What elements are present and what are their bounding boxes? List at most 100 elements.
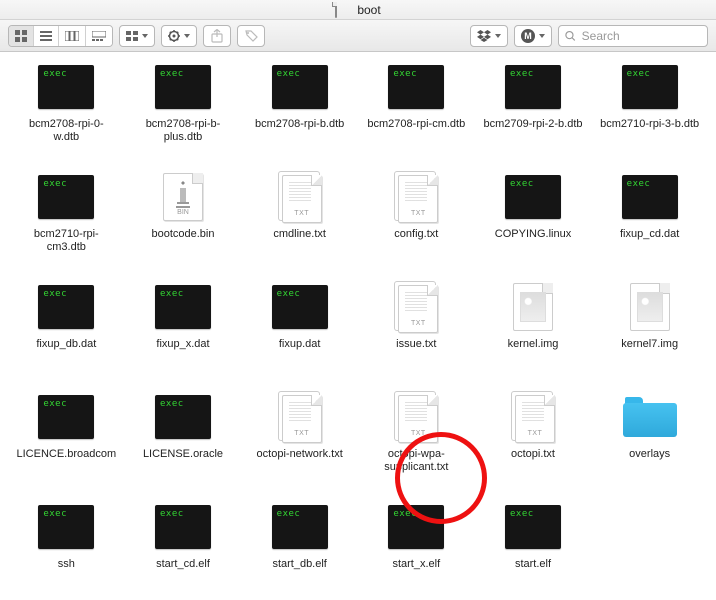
file-item[interactable]: TXT issue.txt xyxy=(360,282,473,376)
file-item[interactable]: fixup_x.dat xyxy=(127,282,240,376)
file-label: COPYING.linux xyxy=(495,228,571,241)
exec-icon xyxy=(272,505,328,549)
file-label: start_db.elf xyxy=(272,558,326,571)
file-item[interactable]: ssh xyxy=(10,502,123,596)
folder-icon xyxy=(623,397,677,437)
chevron-down-icon xyxy=(539,34,545,38)
txt-file-icon: TXT xyxy=(398,175,438,223)
exec-icon xyxy=(38,505,94,549)
file-item[interactable]: kernel.img xyxy=(477,282,590,376)
file-item[interactable]: bcm2709-rpi-2-b.dtb xyxy=(477,62,590,156)
exec-icon xyxy=(622,175,678,219)
gear-icon xyxy=(168,30,180,42)
file-label: bcm2708-rpi-b-plus.dtb xyxy=(133,118,233,144)
file-label: bcm2708-rpi-0-w.dtb xyxy=(16,118,116,144)
file-label: cmdline.txt xyxy=(273,228,326,241)
file-item[interactable]: fixup_cd.dat xyxy=(593,172,706,266)
img-file-icon xyxy=(630,283,670,331)
file-item[interactable]: bcm2710-rpi-cm3.dtb xyxy=(10,172,123,266)
exec-icon xyxy=(505,505,561,549)
file-item[interactable]: BIN bootcode.bin xyxy=(127,172,240,266)
file-item[interactable]: fixup_db.dat xyxy=(10,282,123,376)
file-item[interactable]: start_db.elf xyxy=(243,502,356,596)
file-label: start.elf xyxy=(515,558,551,571)
arrange-button[interactable] xyxy=(119,25,155,47)
file-label: bcm2708-rpi-b.dtb xyxy=(255,118,344,131)
file-label: start_x.elf xyxy=(392,558,440,571)
file-label: fixup_x.dat xyxy=(156,338,209,351)
dropbox-icon xyxy=(477,30,491,42)
file-item[interactable]: start_cd.elf xyxy=(127,502,240,596)
share-icon xyxy=(211,29,223,43)
view-list-button[interactable] xyxy=(34,26,59,46)
exec-icon xyxy=(388,65,444,109)
file-item[interactable]: bcm2708-rpi-cm.dtb xyxy=(360,62,473,156)
arrange-icon xyxy=(126,31,138,41)
view-columns-button[interactable] xyxy=(59,26,86,46)
exec-icon xyxy=(155,505,211,549)
file-item[interactable]: TXToctopi.txt xyxy=(477,392,590,486)
exec-icon xyxy=(155,395,211,439)
search-input[interactable] xyxy=(580,28,701,44)
txt-file-icon: TXT xyxy=(282,175,322,223)
file-label: kernel.img xyxy=(508,338,559,351)
file-item[interactable]: kernel7.img xyxy=(593,282,706,376)
file-item[interactable]: fixup.dat xyxy=(243,282,356,376)
file-item[interactable]: TXT octopi-network.txt xyxy=(243,392,356,486)
file-label: issue.txt xyxy=(396,338,436,351)
file-label: fixup.dat xyxy=(279,338,321,351)
exec-icon xyxy=(38,175,94,219)
file-label: overlays xyxy=(629,448,670,461)
file-label: bcm2710-rpi-cm3.dtb xyxy=(16,228,116,254)
txt-file-icon: TXT xyxy=(282,395,322,443)
file-label: octopi-network.txt xyxy=(257,448,343,461)
file-label: start_cd.elf xyxy=(156,558,210,571)
txt-file-icon: TXT xyxy=(515,395,555,443)
file-label: LICENSE.oracle xyxy=(143,448,223,461)
exec-icon xyxy=(505,175,561,219)
file-label: octopi-wpa-supplicant.txt xyxy=(366,448,466,474)
file-label: config.txt xyxy=(394,228,438,241)
file-item[interactable]: start.elf xyxy=(477,502,590,596)
bin-file-icon: BIN xyxy=(163,173,203,221)
search-icon xyxy=(565,30,576,42)
share-button[interactable] xyxy=(203,25,231,47)
file-item[interactable]: bcm2710-rpi-3-b.dtb xyxy=(593,62,706,156)
file-item[interactable]: COPYING.linux xyxy=(477,172,590,266)
window-titlebar: boot xyxy=(0,0,716,20)
file-label: bcm2708-rpi-cm.dtb xyxy=(367,118,465,131)
file-item[interactable]: overlays xyxy=(593,392,706,486)
exec-icon xyxy=(622,65,678,109)
view-gallery-button[interactable] xyxy=(86,26,112,46)
file-item[interactable]: TXT config.txt xyxy=(360,172,473,266)
file-item[interactable]: LICENCE.broadcom xyxy=(10,392,123,486)
mega-icon: M xyxy=(521,29,535,43)
file-label: bootcode.bin xyxy=(151,228,214,241)
file-item[interactable]: bcm2708-rpi-b.dtb xyxy=(243,62,356,156)
file-item[interactable]: bcm2708-rpi-0-w.dtb xyxy=(10,62,123,156)
exec-icon xyxy=(155,285,211,329)
file-label: ssh xyxy=(58,558,75,571)
view-switcher[interactable] xyxy=(8,25,113,47)
exec-icon xyxy=(155,65,211,109)
txt-file-icon: TXT xyxy=(398,285,438,333)
file-item[interactable]: LICENSE.oracle xyxy=(127,392,240,486)
dropbox-button[interactable] xyxy=(470,25,508,47)
file-grid-container: bcm2708-rpi-0-w.dtb bcm2708-rpi-b-plus.dt… xyxy=(0,52,716,600)
img-file-icon xyxy=(513,283,553,331)
action-menu-button[interactable] xyxy=(161,25,197,47)
file-label: bcm2709-rpi-2-b.dtb xyxy=(483,118,582,131)
mega-button[interactable]: M xyxy=(514,25,552,47)
file-item[interactable]: bcm2708-rpi-b-plus.dtb xyxy=(127,62,240,156)
view-icons-button[interactable] xyxy=(9,26,34,46)
sd-card-icon xyxy=(335,3,351,17)
file-item[interactable]: TXT octopi-wpa-supplicant.txt xyxy=(360,392,473,486)
search-field[interactable] xyxy=(558,25,708,47)
tags-button[interactable] xyxy=(237,25,265,47)
exec-icon xyxy=(38,285,94,329)
txt-file-icon: TXT xyxy=(398,395,438,443)
file-item[interactable]: start_x.elf xyxy=(360,502,473,596)
file-item[interactable]: TXT cmdline.txt xyxy=(243,172,356,266)
file-label: kernel7.img xyxy=(621,338,678,351)
finder-toolbar: M xyxy=(0,20,716,52)
